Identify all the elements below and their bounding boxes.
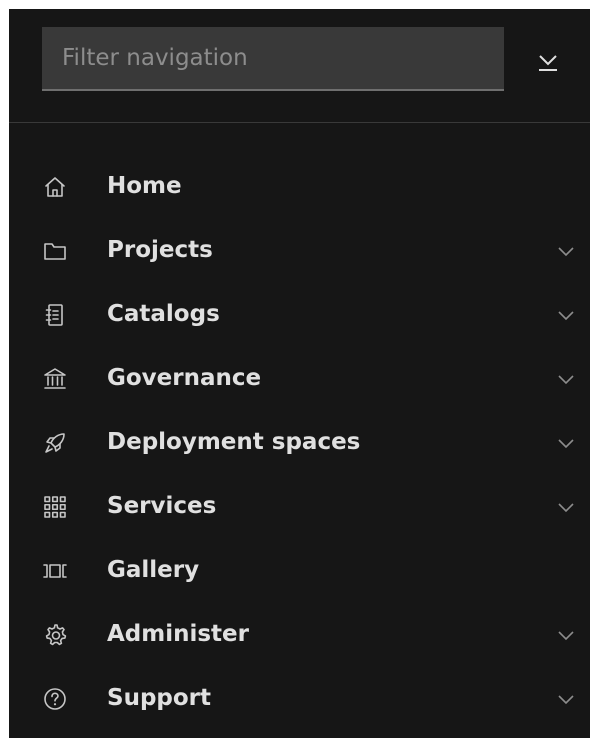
nav-item-projects[interactable]: Projects (9, 218, 590, 282)
chevron-down-icon[interactable] (556, 692, 576, 706)
catalog-icon (43, 303, 67, 327)
chevron-down-icon[interactable] (556, 244, 576, 258)
nav-item-label: Home (107, 173, 182, 199)
nav-item-gallery[interactable]: Gallery (9, 538, 590, 602)
chevron-down-icon[interactable] (556, 628, 576, 642)
nav-item-label: Gallery (107, 557, 200, 583)
nav-item-label: Deployment spaces (107, 429, 361, 455)
bank-icon (43, 367, 67, 391)
settings-icon (43, 623, 67, 647)
nav-item-label: Administer (107, 621, 249, 647)
grid-icon (43, 495, 67, 519)
carousel-icon (43, 559, 67, 583)
nav-item-label: Projects (107, 237, 213, 263)
help-icon (43, 687, 67, 711)
nav-list: Home Projects Catalogs Governance Deploy… (9, 154, 590, 730)
nav-item-label: Governance (107, 365, 262, 391)
chevron-down-icon[interactable] (556, 500, 576, 514)
chevron-down-icon[interactable] (556, 372, 576, 386)
nav-item-governance[interactable]: Governance (9, 346, 590, 410)
filter-bar (9, 9, 590, 123)
collapse-all-icon (539, 55, 557, 71)
chevron-down-icon[interactable] (556, 436, 576, 450)
nav-item-services[interactable]: Services (9, 474, 590, 538)
nav-item-deployment-spaces[interactable]: Deployment spaces (9, 410, 590, 474)
nav-item-administer[interactable]: Administer (9, 602, 590, 666)
chevron-down-icon[interactable] (556, 308, 576, 322)
nav-item-home[interactable]: Home (9, 154, 590, 218)
side-navigation-panel: Home Projects (9, 9, 590, 738)
nav-item-support[interactable]: Support (9, 666, 590, 730)
nav-item-label: Support (107, 685, 212, 711)
nav-item-label: Services (107, 493, 217, 519)
rocket-icon (43, 431, 67, 455)
folder-icon (43, 239, 67, 263)
nav-item-label: Catalogs (107, 301, 220, 327)
collapse-all-button[interactable] (524, 39, 572, 87)
filter-navigation-input[interactable] (42, 27, 504, 91)
nav-item-catalogs[interactable]: Catalogs (9, 282, 590, 346)
home-icon (43, 175, 67, 199)
